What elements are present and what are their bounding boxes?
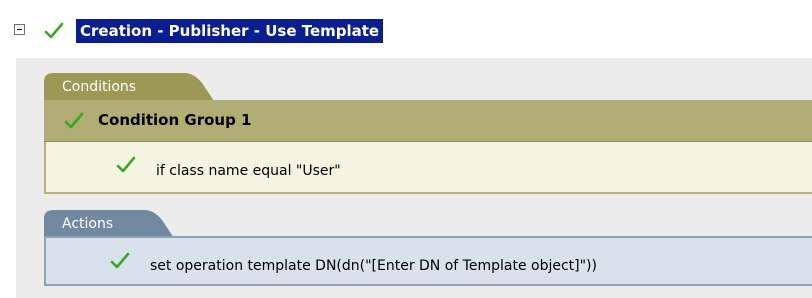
actions-tab-label: Actions [62,216,114,232]
condition-group-label: Condition Group 1 [98,111,252,129]
conditions-tab-label: Conditions [62,79,137,95]
conditions-panel: Condition Group 1 [44,100,812,194]
collapse-icon[interactable] [14,24,25,35]
tab-conditions: Conditions [44,73,214,101]
tab-actions: Actions [44,210,214,238]
condition-text[interactable]: if class name equal "User" [156,163,341,179]
condition-group-row[interactable]: Condition Group 1 [44,100,812,142]
check-icon[interactable] [44,22,64,40]
action-text[interactable]: set operation template DN(dn("[Enter DN … [150,258,597,274]
check-icon[interactable] [110,252,130,270]
check-icon[interactable] [64,112,84,130]
rule-header: Creation - Publisher - Use Template [0,0,812,60]
check-icon[interactable] [116,156,136,174]
rule-title[interactable]: Creation - Publisher - Use Template [76,19,384,43]
